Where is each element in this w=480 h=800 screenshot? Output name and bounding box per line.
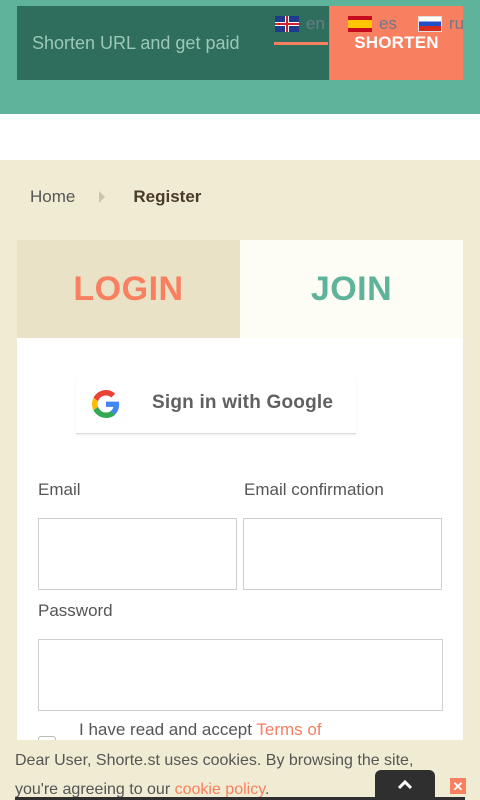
uk-flag-icon [275,16,299,32]
email-confirmation-label: Email confirmation [244,480,384,499]
breadcrumb: Home Register [30,186,201,208]
cookie-text: Dear User, Shorte.st uses cookies. By br… [15,746,415,800]
breadcrumb-current: Register [133,187,202,206]
language-en[interactable]: en [275,12,325,36]
language-es[interactable]: es [348,12,397,36]
russia-flag-icon [418,16,442,32]
email-label: Email [38,480,81,499]
language-bar [0,114,480,160]
email-field[interactable] [38,518,237,590]
scroll-to-top-button[interactable] [375,770,435,800]
breadcrumb-home-link[interactable]: Home [30,187,75,207]
language-label: en [306,14,325,33]
cookie-suffix: . [265,781,270,798]
active-language-indicator [274,42,328,45]
google-icon [92,390,120,418]
language-ru[interactable]: ru [418,12,464,36]
language-label: es [379,14,397,33]
language-label: ru [449,14,465,33]
spain-flag-icon [348,16,372,32]
terms-text: I have read and accept Terms of [79,720,322,740]
google-signin-label: Sign in with Google [152,392,334,413]
close-icon[interactable]: ✕ [450,778,466,794]
password-field[interactable] [38,639,443,711]
terms-link[interactable]: Terms of [256,720,321,739]
email-confirmation-field[interactable] [243,518,442,590]
cookie-policy-link[interactable]: cookie policy [175,781,265,798]
terms-prefix: I have read and accept [79,720,257,739]
tab-join[interactable]: JOIN [240,240,463,338]
chevron-up-icon [398,780,412,790]
tab-login[interactable]: LOGIN [17,240,240,338]
breadcrumb-separator-icon [99,191,106,203]
password-label: Password [38,601,113,620]
